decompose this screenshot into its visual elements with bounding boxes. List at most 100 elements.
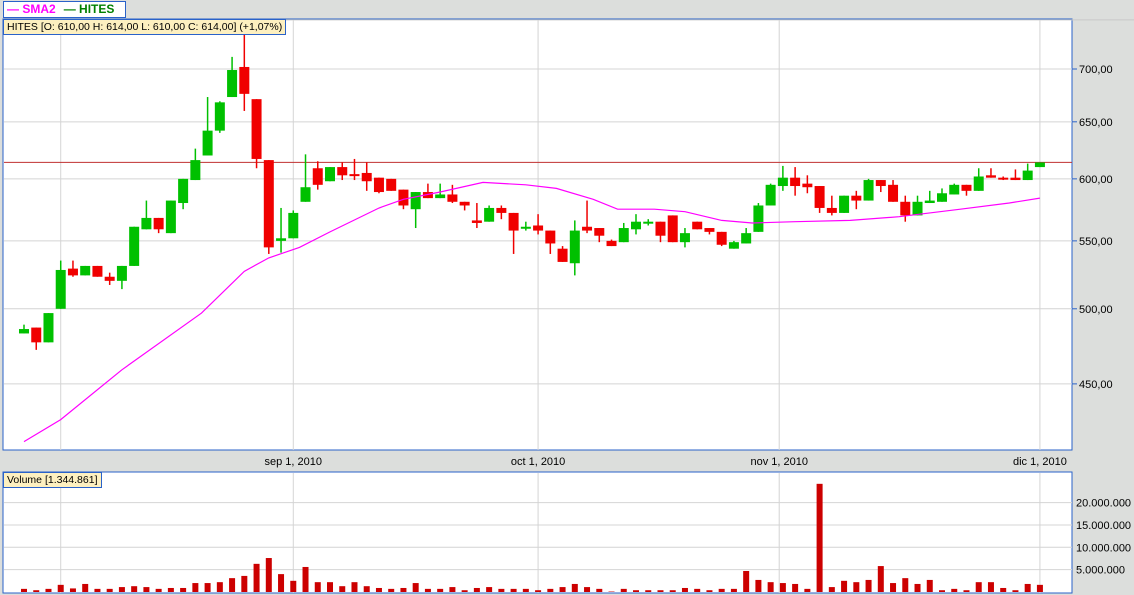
volume-bar bbox=[547, 588, 554, 592]
candle-down bbox=[1010, 177, 1021, 181]
volume-bar bbox=[669, 590, 676, 592]
candle-up bbox=[141, 217, 152, 230]
candle-up bbox=[276, 238, 287, 241]
candle-up bbox=[679, 233, 690, 243]
candle-down bbox=[557, 248, 568, 262]
volume-bar bbox=[461, 590, 468, 592]
candle-up bbox=[631, 221, 641, 230]
price-axis-label: 700,00 bbox=[1079, 64, 1113, 76]
candle-up bbox=[80, 265, 91, 276]
candle-up bbox=[288, 212, 299, 239]
volume-bar bbox=[69, 588, 76, 592]
candle-up bbox=[520, 226, 531, 229]
candle-down bbox=[545, 230, 556, 244]
candle-up bbox=[741, 233, 752, 244]
volume-bar bbox=[388, 588, 395, 592]
volume-bar bbox=[853, 582, 860, 592]
candle-up bbox=[618, 228, 629, 243]
candle-down bbox=[508, 212, 519, 231]
date-axis-label: oct 1, 2010 bbox=[511, 456, 565, 468]
volume-bar bbox=[914, 583, 921, 592]
candle-down bbox=[814, 186, 825, 208]
candle-down bbox=[349, 174, 360, 177]
volume-bar bbox=[82, 583, 89, 592]
volume-bar bbox=[902, 578, 909, 592]
volume-bar bbox=[106, 588, 113, 592]
volume-bar bbox=[363, 586, 370, 592]
candle-down bbox=[31, 327, 42, 343]
volume-bar bbox=[94, 588, 101, 592]
volume-bar bbox=[584, 587, 591, 592]
volume-bar bbox=[131, 586, 138, 592]
volume-bar bbox=[57, 584, 64, 592]
volume-bar bbox=[767, 582, 774, 592]
volume-bar bbox=[375, 587, 382, 592]
candle-down bbox=[790, 177, 801, 187]
ohlc-info-box: HITES [O: 610,00 H: 614,00 L: 610,00 C: … bbox=[3, 19, 287, 35]
candle-down bbox=[533, 225, 544, 231]
candle-up bbox=[973, 176, 984, 191]
volume-bar bbox=[571, 583, 578, 592]
candle-down bbox=[92, 265, 103, 277]
candle-up bbox=[300, 187, 311, 202]
volume-bar bbox=[1000, 587, 1007, 592]
volume-bar bbox=[21, 588, 27, 592]
volume-bar bbox=[265, 558, 272, 592]
volume-panel bbox=[2, 471, 1073, 594]
candle-down bbox=[998, 177, 1009, 180]
candle-up bbox=[1022, 170, 1033, 181]
volume-bar bbox=[657, 590, 664, 592]
candle-up bbox=[214, 102, 225, 131]
candle-up bbox=[325, 167, 335, 182]
candle-up bbox=[863, 180, 874, 201]
candle-down bbox=[655, 221, 666, 236]
volume-bar bbox=[620, 588, 627, 592]
legend-hites[interactable]: — HITES bbox=[64, 2, 119, 16]
candle-up bbox=[410, 192, 421, 210]
candle-down bbox=[582, 226, 593, 231]
volume-bar bbox=[473, 587, 480, 592]
candle-up bbox=[949, 184, 960, 195]
volume-bar bbox=[706, 590, 713, 592]
volume-info-box: Volume [1.344.861] bbox=[3, 472, 102, 488]
candle-down bbox=[104, 276, 115, 281]
volume-bar bbox=[816, 483, 823, 592]
candle-up bbox=[1034, 162, 1045, 168]
candle-down bbox=[888, 184, 899, 202]
date-axis-label: sep 1, 2010 bbox=[265, 456, 323, 468]
price-panel bbox=[2, 18, 1073, 451]
price-axis-label: 600,00 bbox=[1079, 174, 1113, 186]
candle-up bbox=[924, 200, 935, 204]
volume-bar bbox=[718, 588, 725, 592]
candle-down bbox=[459, 201, 470, 206]
chart-canvas: 700,00 650,00 600,00 550,00 500,00 450,00 sep … bbox=[2, 18, 1134, 594]
volume-bar bbox=[951, 588, 958, 592]
candle-up bbox=[728, 242, 739, 249]
volume-bar bbox=[314, 582, 321, 592]
candle-down bbox=[704, 228, 715, 232]
volume-bar bbox=[339, 586, 346, 592]
volume-bar bbox=[792, 583, 799, 592]
candle-up bbox=[643, 221, 654, 224]
candle-down bbox=[667, 215, 678, 243]
candle-down bbox=[900, 201, 911, 216]
candle-down bbox=[594, 228, 605, 236]
volume-bar bbox=[681, 587, 688, 592]
candle-up bbox=[912, 201, 923, 216]
candle-up bbox=[19, 329, 29, 334]
candle-up bbox=[484, 207, 495, 222]
candle-down bbox=[496, 207, 507, 213]
volume-bar bbox=[865, 579, 872, 592]
volume-bar bbox=[926, 579, 933, 592]
volume-bar bbox=[216, 582, 223, 592]
volume-bar bbox=[730, 588, 737, 592]
candle-down bbox=[361, 172, 372, 182]
volume-axis-label: 5.000.000 bbox=[1076, 565, 1125, 577]
legend-sma[interactable]: — SMA2 bbox=[7, 2, 60, 16]
candle-up bbox=[178, 178, 189, 204]
candle-down bbox=[606, 240, 617, 247]
candle-down bbox=[312, 168, 323, 185]
volume-bar bbox=[192, 583, 199, 592]
volume-bar bbox=[167, 587, 174, 592]
volume-bar bbox=[535, 590, 542, 592]
